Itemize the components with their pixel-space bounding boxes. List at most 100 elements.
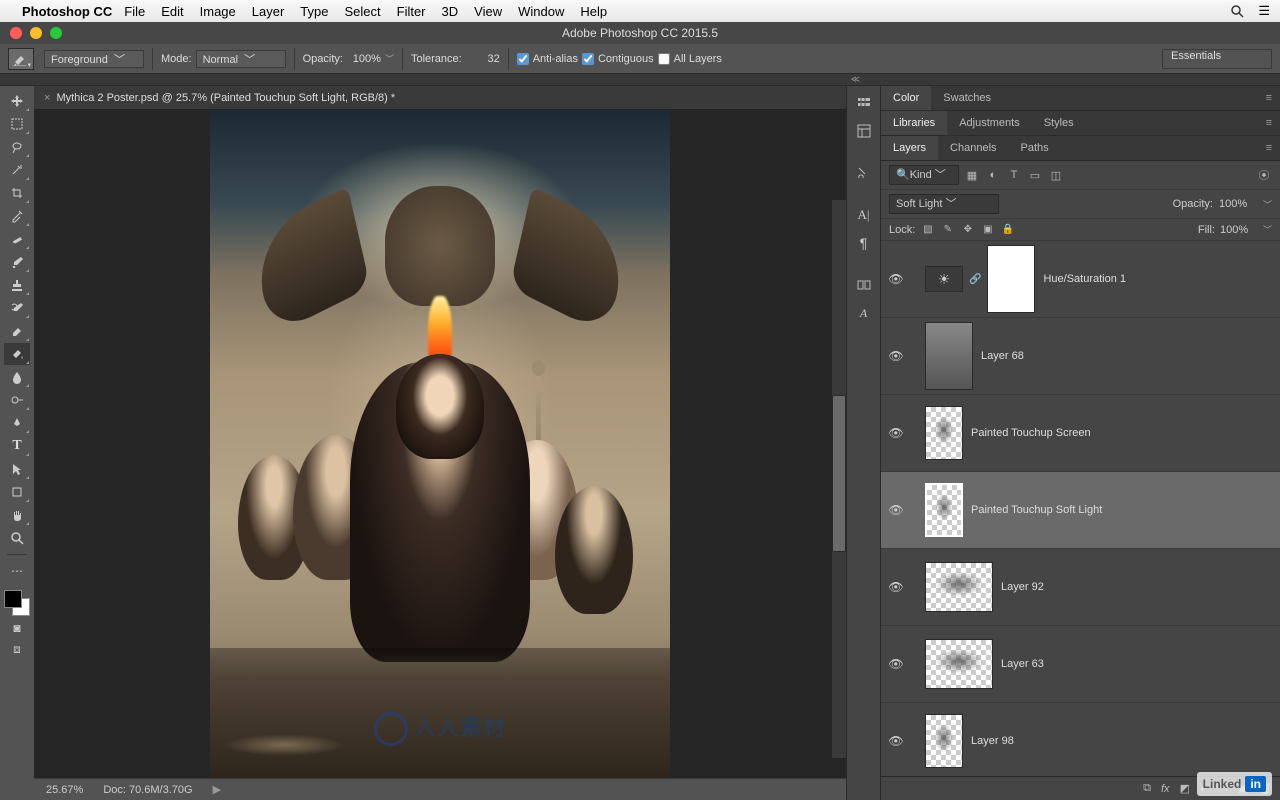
menu-edit[interactable]: Edit bbox=[161, 4, 183, 19]
menu-layer[interactable]: Layer bbox=[252, 4, 285, 19]
tab-adjustments[interactable]: Adjustments bbox=[947, 111, 1032, 135]
libraries-panel-menu-icon[interactable]: ≡ bbox=[1258, 111, 1280, 135]
zoom-tool[interactable] bbox=[4, 527, 30, 549]
filter-adjust-icon[interactable]: ◐ bbox=[985, 167, 1001, 183]
window-zoom-button[interactable] bbox=[50, 27, 62, 39]
glyphs-panel-icon[interactable] bbox=[849, 272, 879, 298]
layer-thumb[interactable] bbox=[925, 406, 963, 460]
blend-mode-select[interactable]: Normal ﹀ bbox=[196, 50, 286, 68]
healing-tool[interactable] bbox=[4, 228, 30, 250]
visibility-toggle[interactable]: 👁 bbox=[887, 580, 905, 594]
layer-fill-input[interactable] bbox=[1220, 224, 1258, 236]
layer-name[interactable]: Painted Touchup Soft Light bbox=[971, 504, 1102, 516]
filter-toggle-icon[interactable]: ⦿ bbox=[1256, 167, 1272, 183]
quickmask-toggle[interactable]: ◙ bbox=[10, 620, 25, 635]
filter-pixel-icon[interactable]: ▦ bbox=[964, 167, 980, 183]
current-tool-icon[interactable]: ▾ bbox=[8, 48, 34, 70]
layer-row[interactable]: 👁Layer 68 bbox=[881, 318, 1280, 395]
window-close-button[interactable] bbox=[10, 27, 22, 39]
layer-row[interactable]: 👁Painted Touchup Soft Light bbox=[881, 472, 1280, 549]
layer-mask-thumb[interactable] bbox=[987, 245, 1035, 313]
shape-tool[interactable] bbox=[4, 481, 30, 503]
visibility-toggle[interactable]: 👁 bbox=[887, 734, 905, 748]
visibility-toggle[interactable]: 👁 bbox=[887, 272, 905, 286]
antialias-checkbox[interactable] bbox=[517, 53, 529, 65]
zoom-level[interactable]: 25.67% bbox=[46, 784, 83, 796]
type-tool[interactable]: T bbox=[4, 435, 30, 457]
layer-name[interactable]: Layer 63 bbox=[1001, 658, 1044, 670]
history-brush-tool[interactable] bbox=[4, 297, 30, 319]
menu-3d[interactable]: 3D bbox=[442, 4, 459, 19]
stamp-tool[interactable] bbox=[4, 274, 30, 296]
opacity-input[interactable] bbox=[347, 53, 381, 65]
layer-thumb[interactable] bbox=[925, 483, 963, 537]
lock-transparent-icon[interactable]: ▧ bbox=[920, 222, 935, 237]
canvas-area[interactable]: 人人素材 bbox=[34, 110, 846, 778]
lock-position-icon[interactable]: ✥ bbox=[960, 222, 975, 237]
paint-bucket-tool[interactable] bbox=[4, 343, 30, 365]
tab-paths[interactable]: Paths bbox=[1009, 136, 1061, 160]
layer-row[interactable]: 👁 Layer 92 bbox=[881, 549, 1280, 626]
properties-panel-icon[interactable] bbox=[849, 118, 879, 144]
brush-tool[interactable] bbox=[4, 251, 30, 273]
opacity-dropdown-icon[interactable]: ﹀ bbox=[385, 52, 394, 65]
layer-fx-icon[interactable]: fx bbox=[1161, 783, 1170, 795]
contiguous-checkbox[interactable] bbox=[582, 53, 594, 65]
layer-name[interactable]: Layer 92 bbox=[1001, 581, 1044, 593]
lock-paint-icon[interactable]: ✎ bbox=[940, 222, 955, 237]
workspace-select[interactable]: Essentials bbox=[1162, 49, 1272, 69]
menu-type[interactable]: Type bbox=[300, 4, 328, 19]
layer-blend-select[interactable]: Soft Light ﹀ bbox=[889, 194, 999, 214]
path-select-tool[interactable] bbox=[4, 458, 30, 480]
toolbar-ellipsis[interactable]: ⋯ bbox=[10, 563, 25, 578]
layer-filter-select[interactable]: 🔍Kind ﹀ bbox=[889, 165, 959, 185]
layers-list[interactable]: 👁☀🔗Hue/Saturation 1👁Layer 68👁Painted Tou… bbox=[881, 241, 1280, 776]
filter-smart-icon[interactable]: ◫ bbox=[1048, 167, 1064, 183]
alllayers-checkbox[interactable] bbox=[658, 53, 670, 65]
menu-filter[interactable]: Filter bbox=[397, 4, 426, 19]
menu-select[interactable]: Select bbox=[344, 4, 380, 19]
tab-color[interactable]: Color bbox=[881, 86, 931, 110]
marquee-tool[interactable] bbox=[4, 113, 30, 135]
tab-close-icon[interactable]: × bbox=[44, 92, 50, 104]
crop-tool[interactable] bbox=[4, 182, 30, 204]
canvas[interactable]: 人人素材 bbox=[210, 110, 670, 778]
paragraph-panel-icon[interactable]: ¶ bbox=[849, 230, 879, 256]
lasso-tool[interactable] bbox=[4, 136, 30, 158]
layer-row[interactable]: 👁 Layer 63 bbox=[881, 626, 1280, 703]
layer-opacity-input[interactable] bbox=[1219, 198, 1257, 210]
collapse-strip-left[interactable]: ≪ bbox=[0, 74, 1280, 86]
pen-tool[interactable] bbox=[4, 412, 30, 434]
lock-all-icon[interactable]: 🔒 bbox=[1000, 222, 1015, 237]
layer-row[interactable]: 👁 Layer 98 bbox=[881, 703, 1280, 776]
visibility-toggle[interactable]: 👁 bbox=[887, 657, 905, 671]
tab-layers[interactable]: Layers bbox=[881, 136, 938, 160]
tab-styles[interactable]: Styles bbox=[1032, 111, 1086, 135]
layer-row[interactable]: 👁Painted Touchup Screen bbox=[881, 395, 1280, 472]
color-panel-menu-icon[interactable]: ≡ bbox=[1258, 86, 1280, 110]
char-styles-panel-icon[interactable]: A bbox=[849, 300, 879, 326]
screenmode-toggle[interactable]: ⧈ bbox=[10, 642, 25, 657]
layer-name[interactable]: Hue/Saturation 1 bbox=[1043, 273, 1126, 285]
history-panel-icon[interactable] bbox=[849, 90, 879, 116]
menu-view[interactable]: View bbox=[474, 4, 502, 19]
layer-row[interactable]: 👁☀🔗Hue/Saturation 1 bbox=[881, 241, 1280, 318]
tab-channels[interactable]: Channels bbox=[938, 136, 1008, 160]
layer-name[interactable]: Layer 98 bbox=[971, 735, 1014, 747]
brushes-panel-icon[interactable] bbox=[849, 160, 879, 186]
layer-mask-icon[interactable]: ◩ bbox=[1180, 782, 1190, 795]
layer-thumb[interactable] bbox=[925, 639, 993, 689]
menu-window[interactable]: Window bbox=[518, 4, 564, 19]
lock-artboard-icon[interactable]: ▣ bbox=[980, 222, 995, 237]
opacity-chevron-icon[interactable]: ﹀ bbox=[1263, 198, 1272, 211]
window-minimize-button[interactable] bbox=[30, 27, 42, 39]
filter-type-icon[interactable]: T bbox=[1006, 167, 1022, 183]
fill-chevron-icon[interactable]: ﹀ bbox=[1263, 223, 1272, 236]
character-panel-icon[interactable]: A| bbox=[849, 202, 879, 228]
eraser-tool[interactable] bbox=[4, 320, 30, 342]
tab-swatches[interactable]: Swatches bbox=[931, 86, 1003, 110]
layer-thumb[interactable] bbox=[925, 562, 993, 612]
menu-help[interactable]: Help bbox=[580, 4, 607, 19]
menu-extras-icon[interactable]: ☰ bbox=[1258, 3, 1270, 19]
layer-thumb[interactable] bbox=[925, 714, 963, 768]
